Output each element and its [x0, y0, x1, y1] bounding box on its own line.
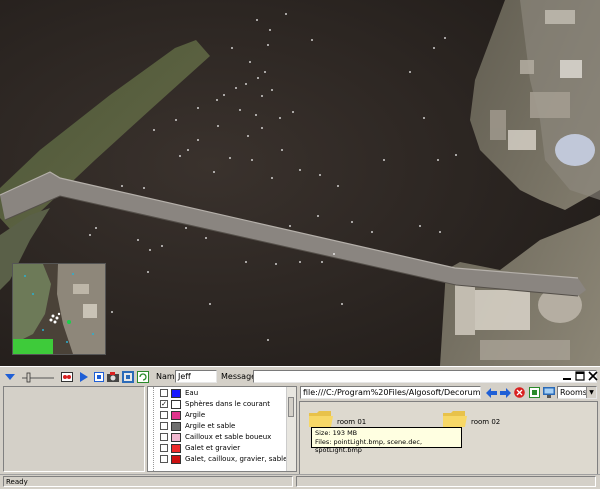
close-icon[interactable]: [586, 369, 599, 382]
path-field[interactable]: file:///C:/Program%20Files/Algosoft/Deco…: [300, 386, 481, 399]
layer-item[interactable]: Argile: [148, 410, 286, 421]
layer-item[interactable]: ✓ Sphères dans le courant: [148, 399, 286, 410]
layer-item[interactable]: Galet, cailloux, gravier, sable et bou: [148, 454, 296, 465]
monitor-icon[interactable]: [542, 386, 555, 399]
layer-label: Galet et gravier: [185, 444, 241, 452]
layer-checkbox[interactable]: [160, 411, 168, 419]
status-pane: [296, 476, 596, 487]
message-field[interactable]: [253, 370, 597, 383]
folder-icon: [443, 411, 467, 427]
back-arrow-icon[interactable]: [485, 386, 498, 399]
minimap-image: [13, 264, 105, 354]
view-select[interactable]: Rooms ▼: [557, 386, 597, 399]
status-bar: Ready: [0, 474, 600, 489]
layer-label: Cailloux et sable boueux: [185, 433, 272, 441]
layer-label: Eau: [185, 389, 199, 397]
folder-name: room 01: [337, 418, 367, 426]
layer-checkbox[interactable]: [160, 433, 168, 441]
folder-icon: [309, 411, 333, 427]
properties-panel: [3, 386, 145, 472]
layer-color-swatch: [171, 389, 181, 398]
layer-color-swatch: [171, 422, 181, 431]
browser-toolbar: file:///C:/Program%20Files/Algosoft/Deco…: [299, 386, 600, 400]
layer-color-swatch: [171, 444, 181, 453]
record-icon[interactable]: [60, 370, 73, 383]
layer-item[interactable]: Argile et sable: [148, 421, 286, 432]
maximize-icon[interactable]: [573, 369, 586, 382]
toolbar: Name: Jeff Message:: [0, 366, 600, 387]
down-arrow-icon[interactable]: [3, 370, 16, 383]
view-select-value: Rooms: [560, 388, 587, 397]
close-circle-icon[interactable]: [513, 386, 526, 399]
folder-tooltip: Size: 193 MB Files: pointLight.bmp, scen…: [311, 427, 462, 454]
layer-label: Argile et sable: [185, 422, 236, 430]
settings-icon[interactable]: [121, 370, 134, 383]
stop-icon[interactable]: [92, 370, 105, 383]
forward-arrow-icon[interactable]: [499, 386, 512, 399]
scroll-thumb[interactable]: [288, 397, 294, 417]
layer-checkbox[interactable]: [160, 389, 168, 397]
folder-name: room 02: [471, 418, 501, 426]
save-icon[interactable]: [528, 386, 541, 399]
name-field[interactable]: Jeff: [175, 370, 217, 383]
layer-checkbox[interactable]: [160, 422, 168, 430]
layer-label: Sphères dans le courant: [185, 400, 270, 408]
layer-checkbox[interactable]: ✓: [160, 400, 168, 408]
scene-viewport[interactable]: [0, 0, 600, 366]
layer-scrollbar[interactable]: [286, 387, 296, 471]
layer-color-swatch: [171, 433, 181, 442]
window-controls: [560, 369, 600, 383]
layer-item[interactable]: Eau: [148, 388, 286, 399]
layer-item[interactable]: Cailloux et sable boueux: [148, 432, 286, 443]
layer-label: Argile: [185, 411, 206, 419]
layer-checkbox[interactable]: [160, 455, 168, 463]
layer-list[interactable]: Eau ✓ Sphères dans le courant Argile Arg…: [147, 386, 297, 472]
status-text: Ready: [3, 476, 293, 487]
layer-checkbox[interactable]: [160, 444, 168, 452]
layer-item[interactable]: Galet et gravier: [148, 443, 286, 454]
slider-icon[interactable]: [20, 370, 56, 383]
play-icon[interactable]: [77, 370, 90, 383]
minimize-icon[interactable]: [560, 369, 573, 382]
layer-color-swatch: [171, 455, 181, 464]
layer-label: Galet, cailloux, gravier, sable et bou: [185, 455, 296, 463]
minimap[interactable]: [12, 263, 106, 355]
camera-icon[interactable]: [106, 370, 119, 383]
layer-color-swatch: [171, 400, 181, 409]
layer-color-swatch: [171, 411, 181, 420]
tooltip-files: Files: pointLight.bmp, scene.dec, spotLi…: [315, 437, 423, 455]
refresh-icon[interactable]: [136, 370, 149, 383]
chevron-down-icon[interactable]: ▼: [586, 387, 596, 398]
tooltip-size: Size: 193 MB: [315, 429, 358, 437]
